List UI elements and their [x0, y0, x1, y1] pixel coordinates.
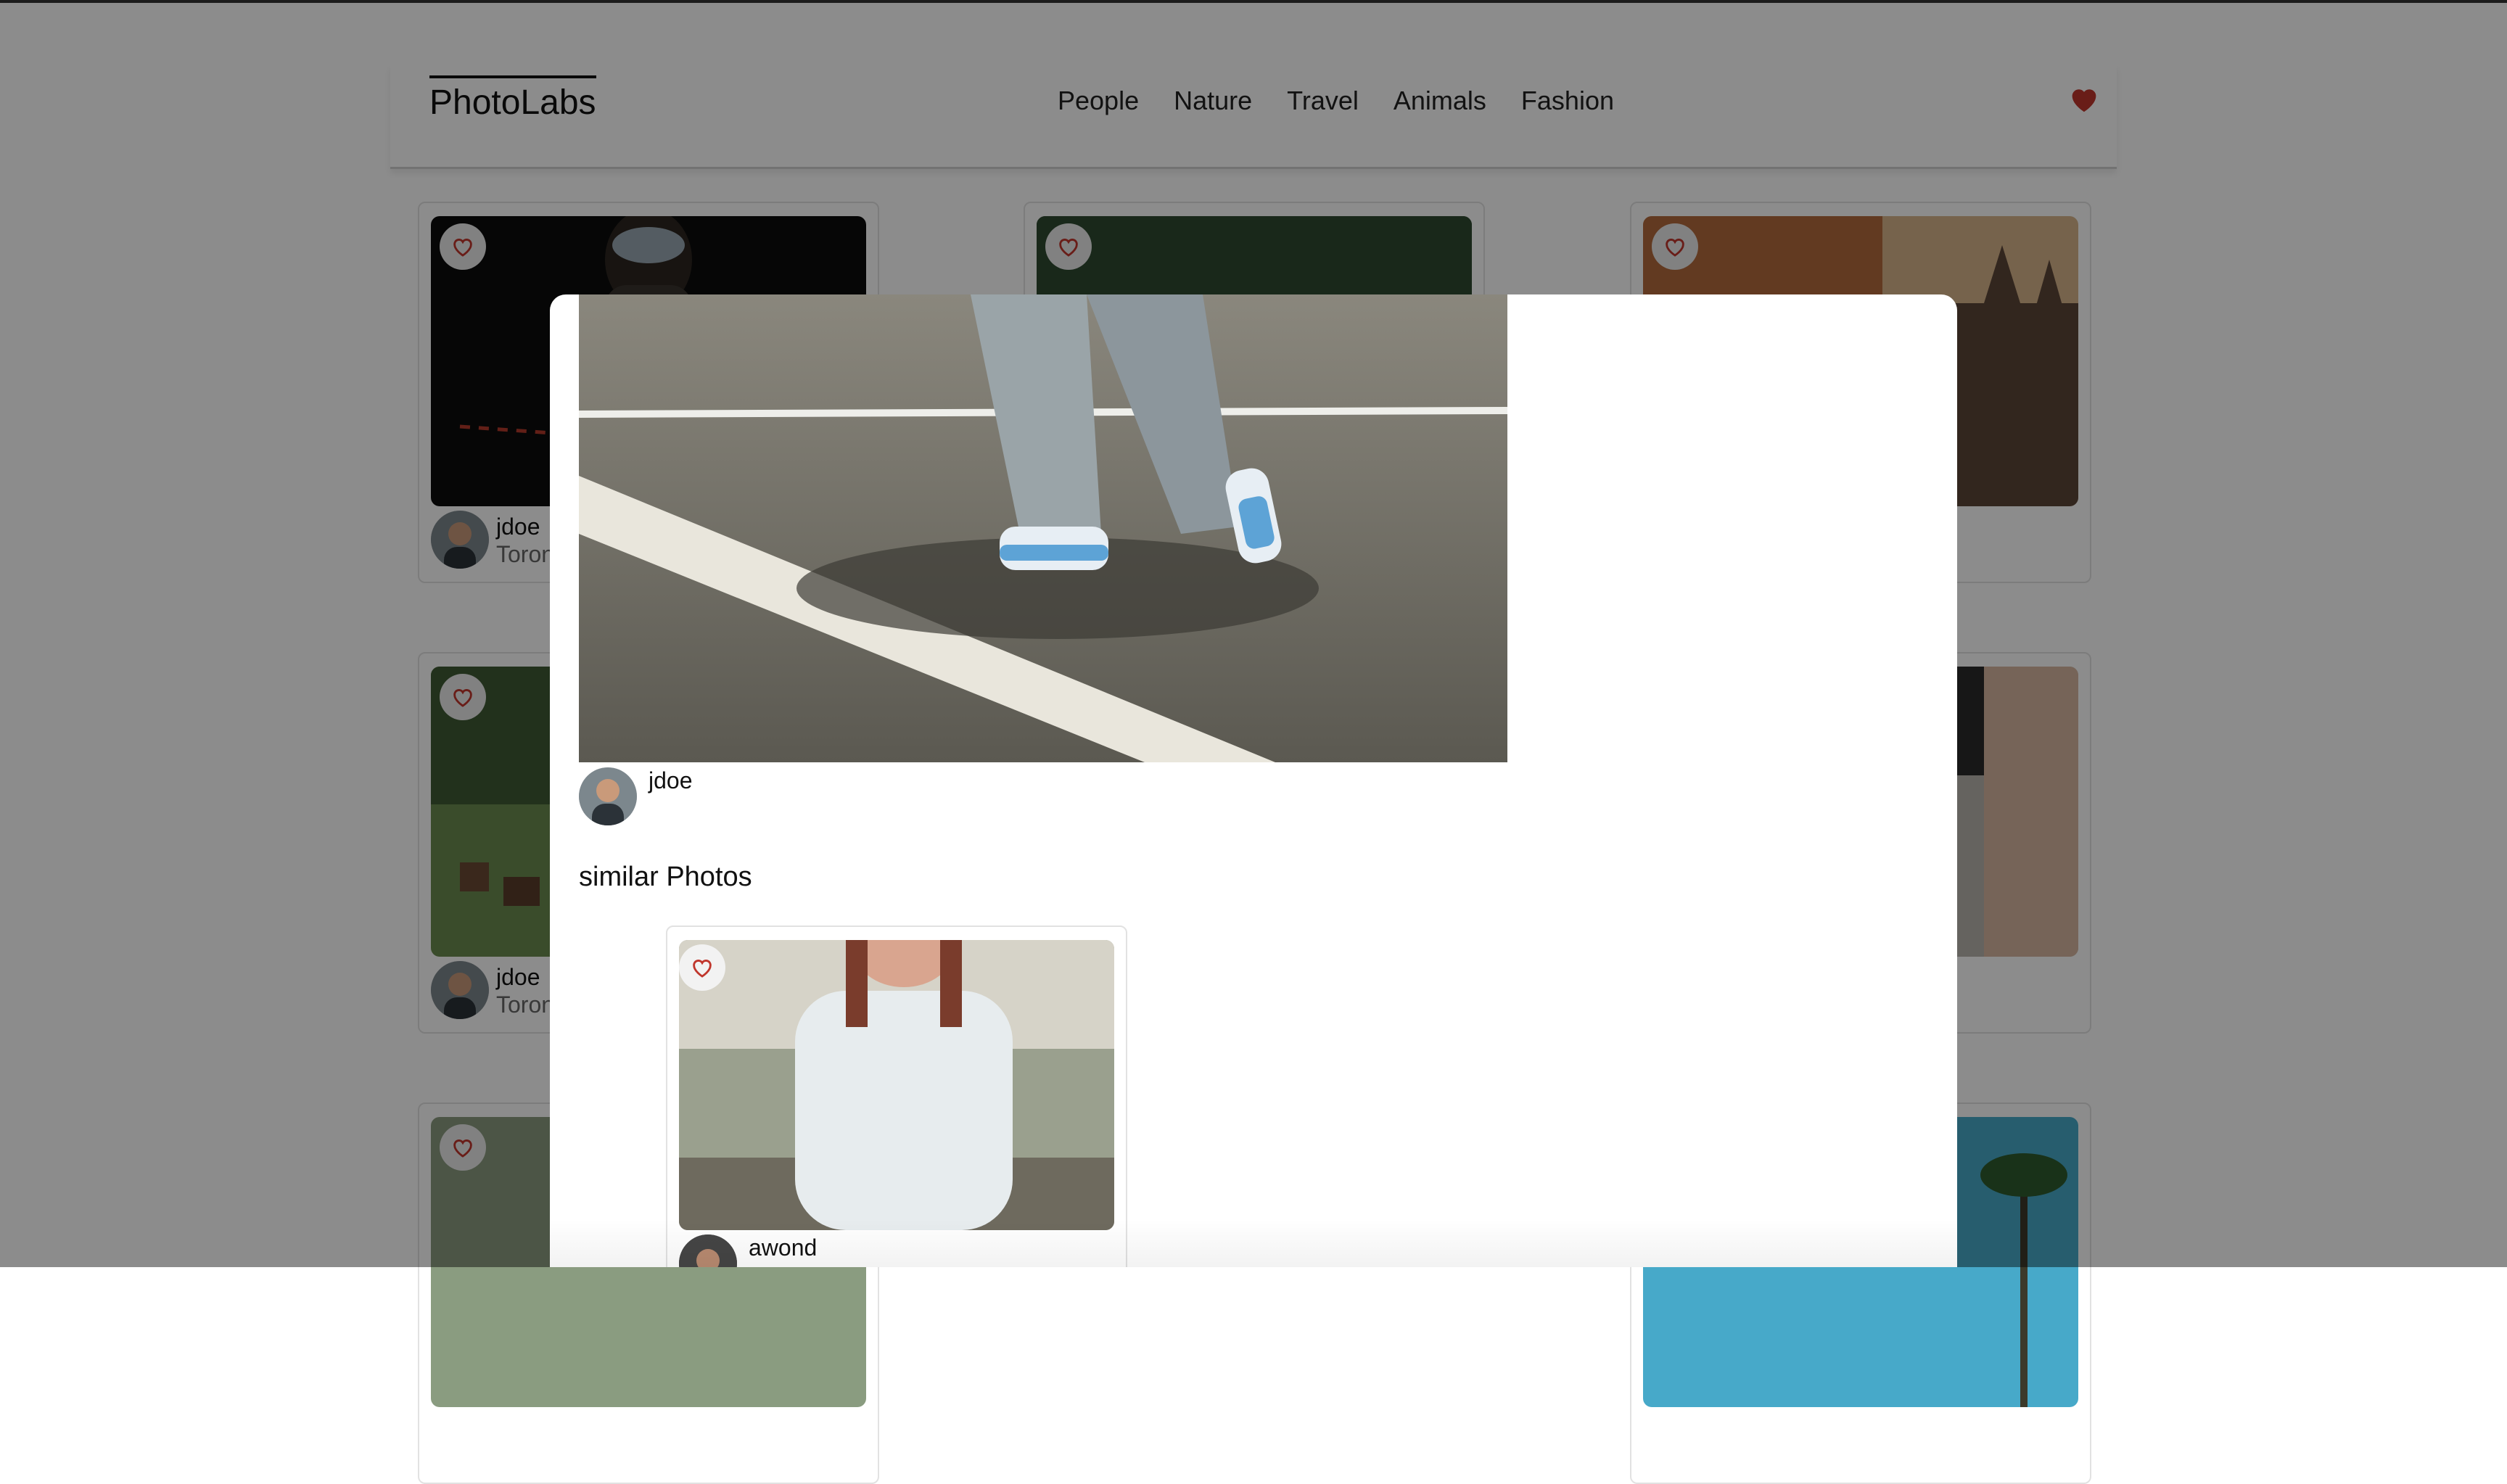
username: awond [749, 1234, 818, 1261]
similar-photo-card[interactable]: awond [666, 926, 1127, 1267]
similar-photos-heading: similar Photos [579, 862, 752, 892]
like-button[interactable] [679, 944, 725, 991]
photolabs-app: PhotoLabs People Nature Travel Animals F… [0, 0, 2507, 1484]
photographer-avatar [579, 767, 637, 825]
user-avatar [679, 1234, 737, 1267]
photo-details-modal: jdoe similar Photos awond [550, 294, 1957, 1267]
photo-image[interactable] [679, 940, 1114, 1230]
selected-photo [579, 294, 1507, 762]
photographer-username: jdoe [649, 767, 693, 793]
